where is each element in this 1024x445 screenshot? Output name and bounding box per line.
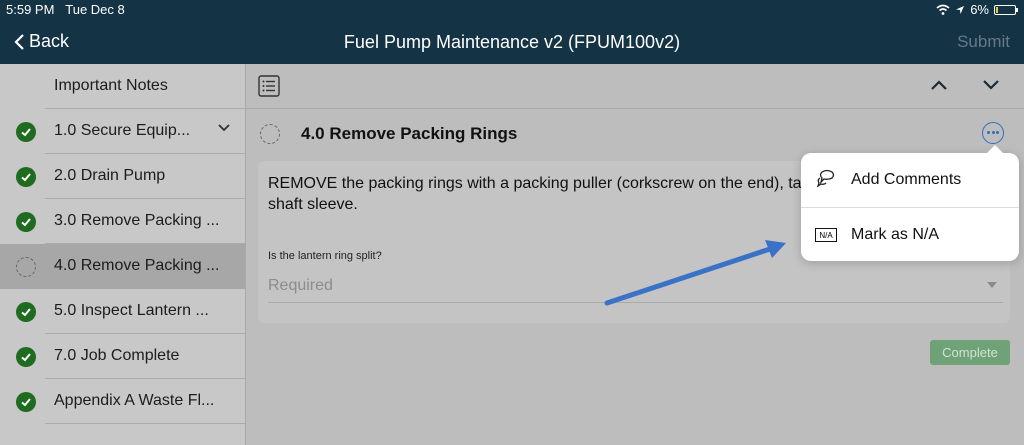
sidebar-item-label: 4.0 Remove Packing ...: [54, 257, 220, 274]
battery-percent: 6%: [970, 2, 989, 17]
back-button[interactable]: Back: [14, 31, 69, 52]
sidebar-item-label: Appendix A Waste Fl...: [54, 392, 215, 409]
menu-item-mark-na[interactable]: N/A Mark as N/A: [801, 208, 1019, 262]
sidebar-item-remove-packing-4[interactable]: 4.0 Remove Packing ...: [0, 244, 245, 289]
pending-circle-icon: [260, 124, 280, 144]
check-circle-icon: [16, 302, 36, 322]
battery-icon: [994, 4, 1018, 15]
sidebar-item-label: 3.0 Remove Packing ...: [54, 212, 220, 229]
list-icon[interactable]: [258, 75, 280, 97]
check-circle-icon: [16, 122, 36, 142]
sidebar-item-inspect-lantern[interactable]: 5.0 Inspect Lantern ...: [0, 289, 245, 334]
complete-button[interactable]: Complete: [930, 340, 1010, 365]
location-icon: [956, 5, 965, 14]
sidebar-item-label: 5.0 Inspect Lantern ...: [54, 302, 209, 319]
sidebar-item-appendix-a[interactable]: Appendix A Waste Fl...: [0, 379, 245, 424]
back-label: Back: [29, 31, 70, 51]
lantern-ring-select[interactable]: Required: [268, 267, 1003, 303]
menu-item-label: Mark as N/A: [851, 226, 940, 243]
sidebar: Important Notes 1.0 Secure Equip... 2.0 …: [0, 64, 246, 445]
nav-bar: Back Fuel Pump Maintenance v2 (FPUM100v2…: [0, 20, 1024, 64]
sidebar-item-remove-packing-3[interactable]: 3.0 Remove Packing ...: [0, 199, 245, 244]
chevron-down-icon[interactable]: [982, 79, 1000, 91]
check-circle-icon: [16, 212, 36, 232]
chevron-left-icon: [14, 33, 24, 50]
na-icon: N/A: [815, 228, 837, 242]
question-label: Is the lantern ring split?: [268, 250, 382, 262]
chevron-down-icon[interactable]: [217, 123, 231, 133]
step-header: 4.0 Remove Packing Rings: [246, 109, 1024, 159]
menu-item-label: Add Comments: [851, 171, 962, 188]
divider: [45, 423, 245, 424]
more-options-icon[interactable]: [982, 122, 1004, 144]
check-circle-icon: [16, 392, 36, 412]
sidebar-item-label: Important Notes: [54, 77, 168, 94]
step-toolbar: [246, 64, 1024, 109]
pending-circle-icon: [16, 257, 36, 277]
status-time: 5:59 PM Tue Dec 8: [6, 2, 125, 17]
wifi-icon: [936, 4, 950, 15]
check-circle-icon: [16, 347, 36, 367]
status-bar: 5:59 PM Tue Dec 8 6%: [0, 0, 1024, 20]
caret-down-icon: [987, 282, 997, 288]
sidebar-item-label: 2.0 Drain Pump: [54, 167, 166, 184]
sidebar-item-drain-pump[interactable]: 2.0 Drain Pump: [0, 154, 245, 199]
comment-icon: [816, 169, 835, 188]
chevron-up-icon[interactable]: [930, 79, 948, 91]
check-circle-icon: [16, 167, 36, 187]
step-title: 4.0 Remove Packing Rings: [301, 124, 518, 143]
sidebar-item-important-notes[interactable]: Important Notes: [0, 64, 245, 109]
submit-button[interactable]: Submit: [957, 32, 1010, 52]
sidebar-item-label: 1.0 Secure Equip...: [54, 122, 191, 139]
sidebar-item-job-complete[interactable]: 7.0 Job Complete: [0, 334, 245, 379]
select-placeholder: Required: [268, 277, 333, 294]
sidebar-item-secure-equipment[interactable]: 1.0 Secure Equip...: [0, 109, 245, 154]
page-title: Fuel Pump Maintenance v2 (FPUM100v2): [343, 32, 681, 52]
menu-item-add-comments[interactable]: Add Comments: [801, 153, 1019, 207]
options-menu: Add Comments N/A Mark as N/A: [801, 145, 1019, 262]
status-icons: 6%: [936, 2, 1018, 17]
sidebar-item-label: 7.0 Job Complete: [54, 347, 180, 364]
